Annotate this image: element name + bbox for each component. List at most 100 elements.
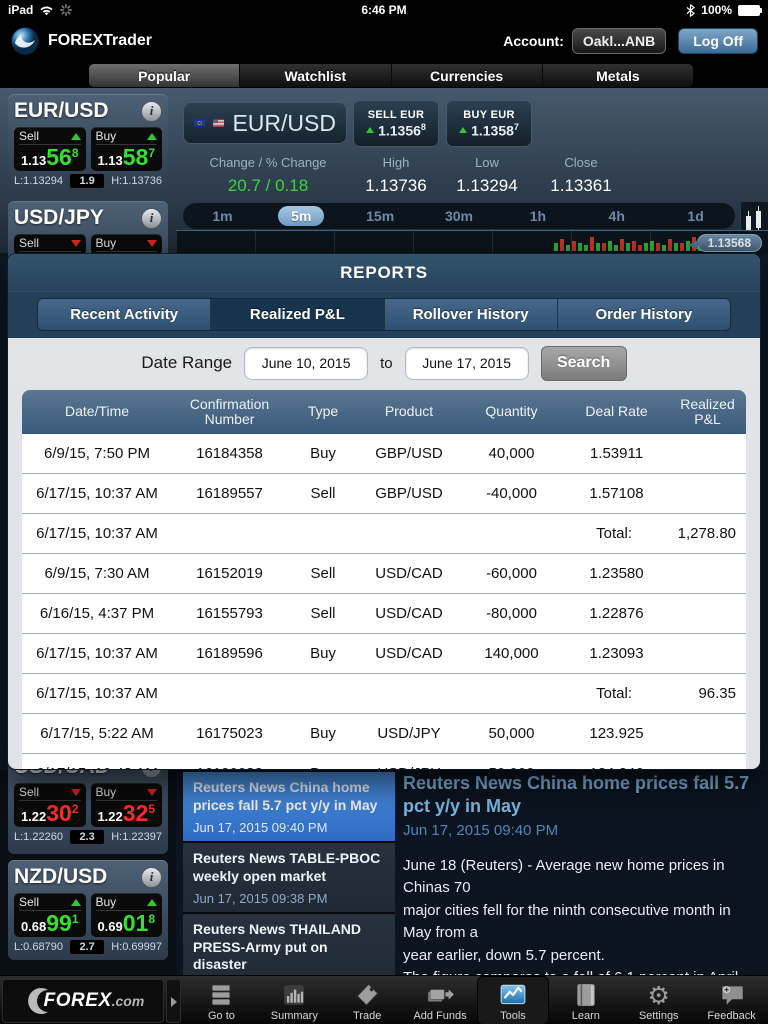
news-item-date: Jun 17, 2015 09:40 PM <box>193 820 385 835</box>
column-header: Type <box>287 404 359 419</box>
column-header: Quantity <box>459 404 564 419</box>
buy-quote-button[interactable]: Buy1.22325 <box>91 783 163 827</box>
clock: 6:46 PM <box>0 3 768 17</box>
interval-5m[interactable]: 5m <box>262 206 341 226</box>
search-button[interactable]: Search <box>541 346 627 381</box>
total-label: Total: <box>596 685 632 702</box>
interval-4h[interactable]: 4h <box>577 208 656 224</box>
reports-tab-rollover-history[interactable]: Rollover History <box>385 299 558 330</box>
high-value: H:0.69997 <box>111 941 162 953</box>
sell-eur-button[interactable]: SELL EUR 1.13568 <box>353 100 439 147</box>
table-row: 6/17/15, 5:22 AM16175023BuyUSD/JPY50,000… <box>22 714 746 754</box>
toolbar-item-tools[interactable]: Tools <box>477 976 550 1024</box>
quote-panel-eurusd: EUR/USDiSell1.13568Buy1.13587L:1.132941.… <box>8 94 168 195</box>
tag-icon <box>354 981 380 1009</box>
rows-icon <box>208 981 234 1009</box>
news-item-date: Jun 17, 2015 09:38 PM <box>193 891 385 906</box>
sell-quote-button[interactable]: Sell1.22302 <box>14 783 86 827</box>
cell-quantity: -40,000 <box>459 485 564 502</box>
tab-popular[interactable]: Popular <box>89 64 240 87</box>
reports-tab-order-history[interactable]: Order History <box>558 299 730 330</box>
info-icon[interactable]: i <box>141 101 162 122</box>
date-from-input[interactable]: June 10, 2015 <box>244 347 368 380</box>
interval-1h[interactable]: 1h <box>498 208 577 224</box>
toolbar-expand-chevron[interactable] <box>166 979 181 1023</box>
toolbar-item-go-to[interactable]: Go to <box>185 976 258 1024</box>
cell-product: USD/JPY <box>359 765 459 770</box>
account-selector-button[interactable]: Oakl...ANB <box>572 28 666 54</box>
pair-title: EUR/USD <box>14 99 109 123</box>
cell-product: USD/JPY <box>359 725 459 742</box>
interval-1d[interactable]: 1d <box>656 208 735 224</box>
up-arrow-icon <box>147 899 157 906</box>
toolbar-item-add-funds[interactable]: Add Funds <box>404 976 477 1024</box>
column-header: Date/Time <box>22 404 172 419</box>
news-list-item[interactable]: Reuters News TABLE-PBOC weekly open mark… <box>183 843 395 914</box>
account-label: Account: <box>503 33 564 49</box>
cell-confirmation: 16190082 <box>172 765 287 770</box>
cell-deal_rate: 123.925 <box>564 725 669 742</box>
sell-quote-button[interactable]: Sell0.68991 <box>14 893 86 937</box>
log-off-button[interactable]: Log Off <box>678 28 758 54</box>
gear-icon: ⚙ <box>647 981 669 1009</box>
cell-type: Sell <box>287 605 359 622</box>
down-arrow-icon <box>147 240 157 247</box>
cell-confirmation: 16184358 <box>172 445 287 462</box>
price-chart[interactable]: 1.13568 <box>176 230 768 254</box>
info-icon[interactable]: i <box>141 208 162 229</box>
cell-type: Buy <box>287 645 359 662</box>
down-arrow-icon <box>71 240 81 247</box>
spread-badge: 1.9 <box>70 174 103 188</box>
cell-deal_rate: 1.53911 <box>564 445 669 462</box>
total-label: Total: <box>596 525 632 542</box>
buy-label: Buy <box>96 129 117 143</box>
buy-price: 1.22325 <box>96 802 158 824</box>
toolbar-item-settings[interactable]: ⚙Settings <box>622 976 695 1024</box>
cell-quantity: 40,000 <box>459 445 564 462</box>
app-header: FOREXTrader Account: Oakl...ANB Log Off <box>0 20 768 62</box>
cell-quantity: 50,000 <box>459 725 564 742</box>
reports-tab-recent-activity[interactable]: Recent Activity <box>38 299 211 330</box>
buy-price: 0.69018 <box>96 912 158 934</box>
tab-currencies[interactable]: Currencies <box>392 64 543 87</box>
interval-15m[interactable]: 15m <box>341 208 420 224</box>
buy-eur-button[interactable]: BUY EUR 1.13587 <box>446 100 532 147</box>
buy-quote-button[interactable]: Buy1.13587 <box>91 127 163 171</box>
sell-quote-button[interactable]: Sell1.13568 <box>14 127 86 171</box>
date-to-input[interactable]: June 17, 2015 <box>405 347 529 380</box>
sell-quote-button[interactable]: Sell <box>14 234 86 255</box>
battery-icon <box>738 5 760 16</box>
tab-metals[interactable]: Metals <box>543 64 693 87</box>
interval-1m[interactable]: 1m <box>183 208 262 224</box>
cell-deal_rate: 1.22876 <box>564 605 669 622</box>
toolbar-item-summary[interactable]: Summary <box>258 976 331 1024</box>
pnl-table: Date/TimeConfirmation NumberTypeProductQ… <box>22 390 746 770</box>
pnl-table-header: Date/TimeConfirmation NumberTypeProductQ… <box>22 390 746 434</box>
cell-confirmation: 16189596 <box>172 645 287 662</box>
interval-30m[interactable]: 30m <box>420 208 499 224</box>
table-row: 6/16/15, 4:37 PM16155793SellUSD/CAD-80,0… <box>22 594 746 634</box>
reports-tab-realized-p-l[interactable]: Realized P&L <box>211 299 384 330</box>
eu-flag-icon <box>194 115 205 131</box>
column-header: Realized P&L <box>669 397 746 428</box>
table-row: 6/9/15, 7:30 AM16152019SellUSD/CAD-60,00… <box>22 554 746 594</box>
tab-watchlist[interactable]: Watchlist <box>240 64 391 87</box>
selected-pair-button[interactable]: EUR/USD <box>183 102 347 144</box>
buy-quote-button[interactable]: Buy <box>91 234 163 255</box>
cell-quantity: -80,000 <box>459 605 564 622</box>
high-value: H:1.13736 <box>111 175 162 187</box>
toolbar-item-feedback[interactable]: Feedback <box>695 976 768 1024</box>
toolbar-item-learn[interactable]: Learn <box>549 976 622 1024</box>
forextrader-logo-icon <box>10 26 40 56</box>
forex-logo-suffix: .com <box>112 993 145 1009</box>
news-list-item[interactable]: Reuters News China home prices fall 5.7 … <box>183 772 395 843</box>
chart-interval-bar: 1m5m15m30m1h4h1d <box>183 203 735 229</box>
spread-badge: 2.7 <box>70 940 103 954</box>
news-detail-title: Reuters News China home prices fall 5.7 … <box>403 772 760 819</box>
buy-quote-button[interactable]: Buy0.69018 <box>91 893 163 937</box>
toolbar-items: Go toSummaryTradeAdd FundsToolsLearn⚙Set… <box>185 976 768 1024</box>
nav-tab-strip: PopularWatchlistCurrenciesMetals <box>88 63 694 88</box>
info-icon[interactable]: i <box>141 867 162 888</box>
toolbar-item-trade[interactable]: Trade <box>331 976 404 1024</box>
news-list-item[interactable]: Reuters News THAILAND PRESS-Army put on … <box>183 914 395 975</box>
